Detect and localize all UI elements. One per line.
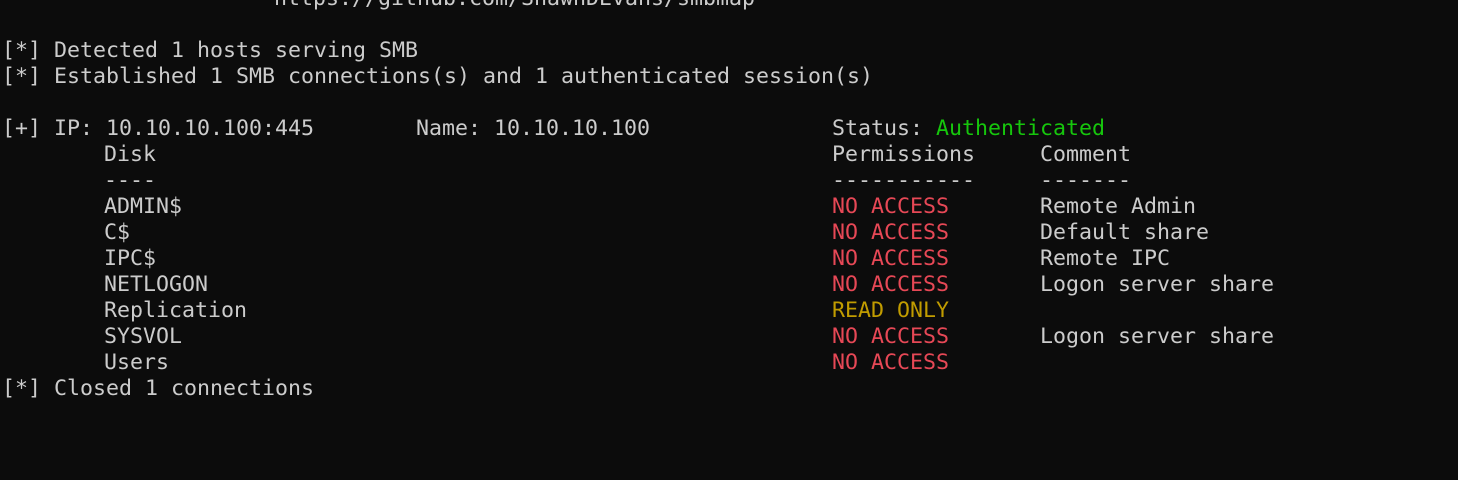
share-permissions: NO ACCESS [832, 220, 950, 245]
share-comment: Default share [1040, 220, 1210, 245]
share-permissions: NO ACCESS [832, 194, 950, 219]
permissions-separator: ----------- [832, 168, 976, 193]
terminal-line-closed: [*] Closed 1 connections [2, 376, 1458, 402]
share-row: NETLOGON NO ACCESS Logon server share [2, 272, 1458, 298]
share-disk: ADMIN$ [104, 194, 183, 219]
share-row: IPC$ NO ACCESS Remote IPC [2, 246, 1458, 272]
comment-separator: ------- [1040, 168, 1132, 193]
terminal-line-separators: ---- ----------- ------- [2, 168, 1458, 194]
established-connections-text: [*] Established 1 SMB connections(s) and… [2, 64, 874, 89]
share-disk: IPC$ [104, 246, 157, 271]
share-disk: NETLOGON [104, 272, 209, 297]
terminal-line-host: [+] IP: 10.10.10.100:445 Name: 10.10.10.… [2, 116, 1458, 142]
host-prefix: [+] [2, 116, 42, 141]
share-comment: Logon server share [1040, 272, 1275, 297]
terminal-line-established: [*] Established 1 SMB connections(s) and… [2, 64, 1458, 90]
host-ip: IP: 10.10.10.100:445 [54, 116, 315, 141]
disk-header: Disk [104, 142, 157, 167]
disk-separator: ---- [104, 168, 157, 193]
share-comment: Logon server share [1040, 324, 1275, 349]
share-row: C$ NO ACCESS Default share [2, 220, 1458, 246]
terminal-line-headers: Disk Permissions Comment [2, 142, 1458, 168]
share-comment: Remote Admin [1040, 194, 1197, 219]
share-row: ADMIN$ NO ACCESS Remote Admin [2, 194, 1458, 220]
terminal-output: https://github.com/ShawnDEvans/smbmap [*… [2, 0, 1458, 402]
host-status-value: Authenticated [936, 116, 1106, 141]
url-fragment-text: https://github.com/ShawnDEvans/smbmap [274, 0, 755, 12]
terminal-line-url: https://github.com/ShawnDEvans/smbmap [2, 0, 1458, 12]
permissions-header: Permissions [832, 142, 976, 167]
share-permissions: READ ONLY [832, 298, 950, 323]
share-disk: Users [104, 350, 170, 375]
share-permissions: NO ACCESS [832, 272, 950, 297]
host-status-label: Status: [832, 116, 924, 141]
share-row: SYSVOL NO ACCESS Logon server share [2, 324, 1458, 350]
terminal-line-detected: [*] Detected 1 hosts serving SMB [2, 38, 1458, 64]
share-comment: Remote IPC [1040, 246, 1171, 271]
comment-header: Comment [1040, 142, 1132, 167]
share-disk: Replication [104, 298, 248, 323]
closed-connections-text: [*] Closed 1 connections [2, 376, 315, 401]
share-permissions: NO ACCESS [832, 324, 950, 349]
host-name: Name: 10.10.10.100 [416, 116, 651, 141]
share-disk: C$ [104, 220, 131, 245]
detected-hosts-text: [*] Detected 1 hosts serving SMB [2, 38, 419, 63]
share-row: Users NO ACCESS [2, 350, 1458, 376]
share-permissions: NO ACCESS [832, 246, 950, 271]
share-permissions: NO ACCESS [832, 350, 950, 375]
share-disk: SYSVOL [104, 324, 183, 349]
share-row: Replication READ ONLY [2, 298, 1458, 324]
